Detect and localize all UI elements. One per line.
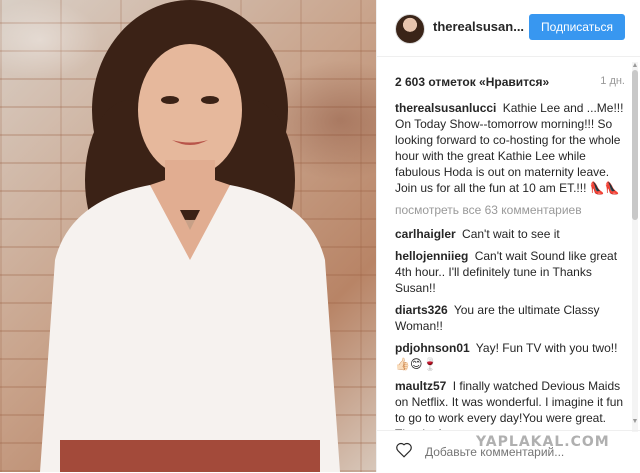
scrollbar-thumb[interactable] [632,70,638,220]
comments-scrollbar[interactable] [632,62,638,432]
likes-count[interactable]: 2 603 отметок «Нравится» [395,75,549,89]
post-header: therealsusan... Подписаться [377,0,640,57]
comment-username[interactable]: hellojenniieg [395,249,468,263]
view-all-comments-link[interactable]: посмотреть все 63 комментариев [395,202,625,218]
post-time[interactable]: 1 дн. [600,75,625,87]
caption-username[interactable]: therealsusanlucci [395,101,496,115]
post-photo[interactable] [0,0,376,472]
list-item: maultz57 I finally watched Devious Maids… [395,378,625,430]
follow-button[interactable]: Подписаться [529,14,625,40]
comment-username[interactable]: pdjohnson01 [395,341,470,355]
comment-username[interactable]: carlhaigler [395,227,456,241]
list-item: carlhaigler Can't wait to see it [395,226,625,242]
watermark-text: YAPLAKAL.COM [476,434,610,450]
post-username[interactable]: therealsusan... [433,19,524,34]
comments-list: therealsusanlucci Kathie Lee and ...Me!!… [395,100,625,430]
list-item: hellojenniieg Can't wait Sound like grea… [395,248,625,296]
avatar[interactable] [395,14,425,44]
comment-username[interactable]: maultz57 [395,379,446,393]
list-item: diarts326 You are the ultimate Classy Wo… [395,302,625,334]
scroll-up-icon[interactable]: ▲ [631,62,639,70]
list-item: pdjohnson01 Yay! Fun TV with you two!! 👍… [395,340,625,372]
post-sidebar: therealsusan... Подписаться 2 603 отмето… [376,0,640,472]
comment-text: Can't wait to see it [462,227,560,241]
heart-icon[interactable] [395,441,413,459]
scroll-down-icon[interactable]: ▼ [631,418,639,426]
caption-emoji: 👠👠 [589,181,620,195]
caption: therealsusanlucci Kathie Lee and ...Me!!… [395,100,625,196]
likes-row: 2 603 отметок «Нравится» 1 дн. [395,75,625,89]
woman-portrait-illustration [40,0,340,472]
comment-username[interactable]: diarts326 [395,303,448,317]
